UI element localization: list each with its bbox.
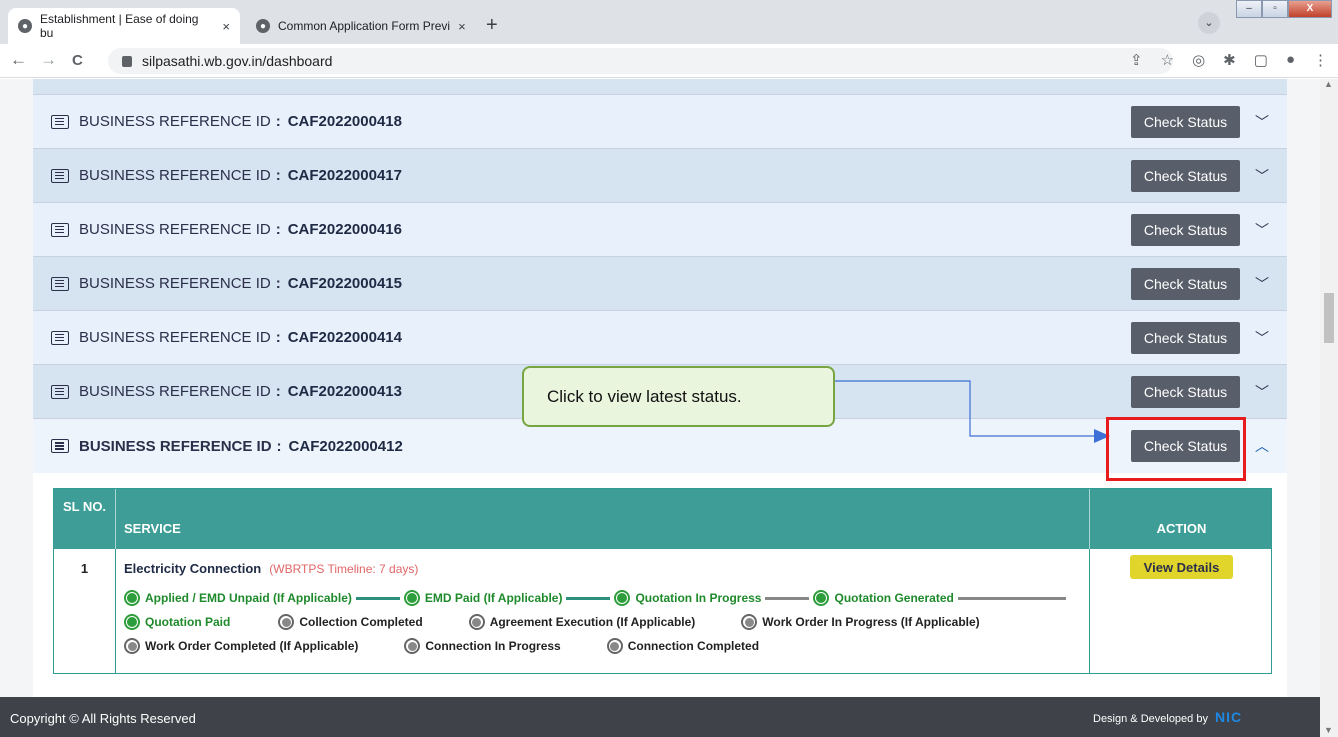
pointer-arrow [835, 380, 1110, 443]
highlight-box [1106, 417, 1246, 481]
